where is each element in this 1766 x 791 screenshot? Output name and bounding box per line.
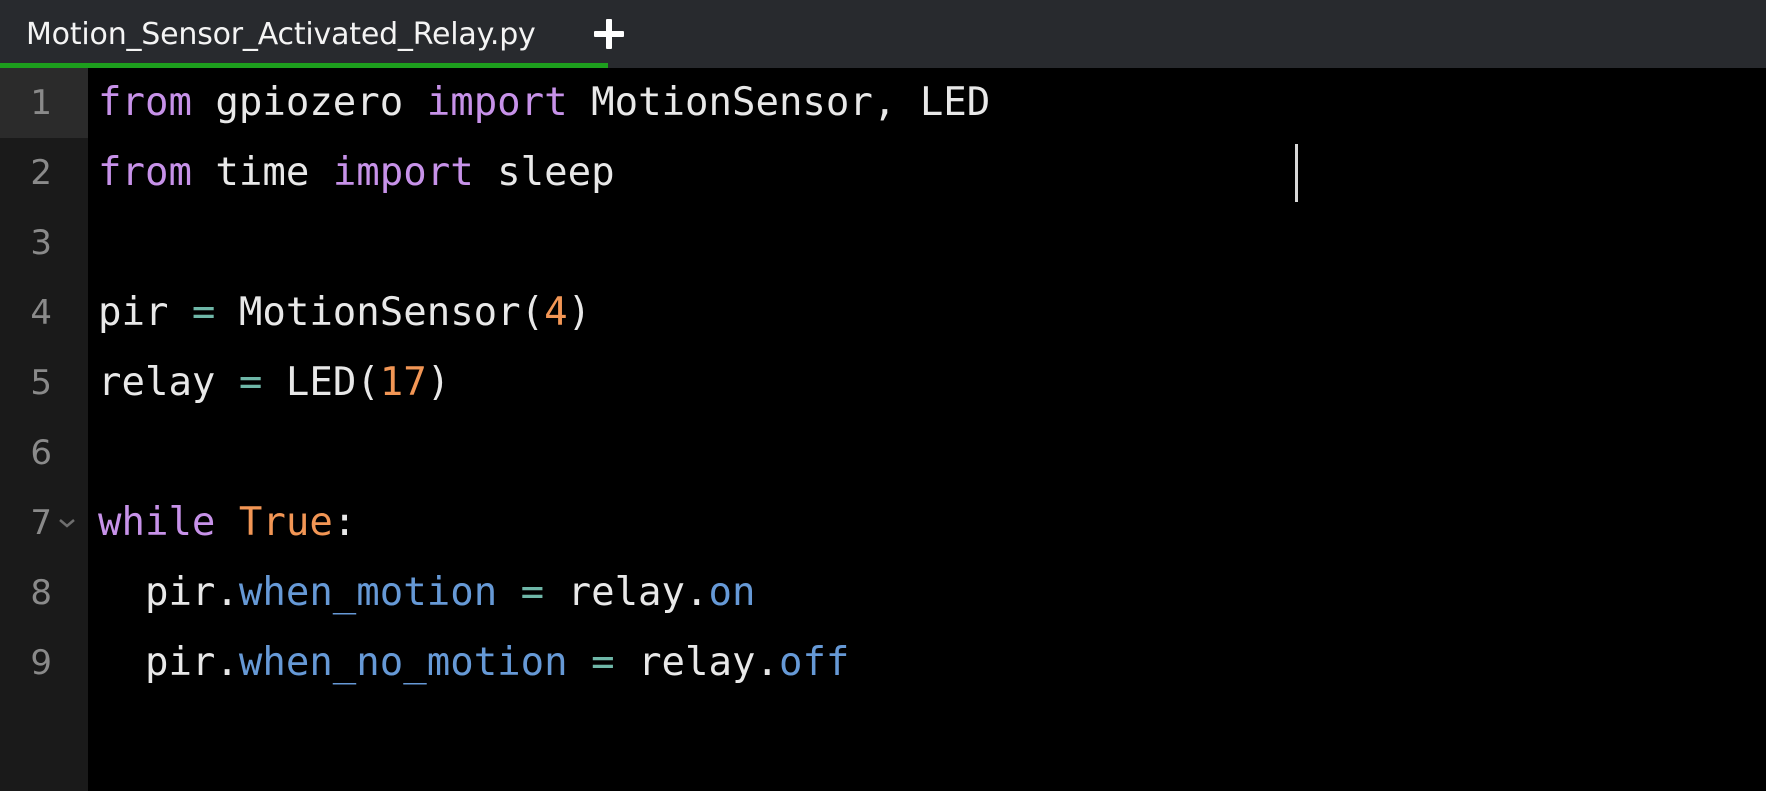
code-token: MotionSensor( bbox=[215, 290, 545, 335]
line-number: 8 bbox=[30, 573, 52, 613]
code-token: : bbox=[332, 500, 357, 545]
code-token: import bbox=[332, 150, 474, 195]
code-token: ) bbox=[426, 360, 451, 405]
code-token: off bbox=[778, 640, 850, 685]
line-number: 4 bbox=[30, 293, 52, 333]
code-token: = bbox=[591, 640, 615, 685]
code-token: sleep bbox=[473, 150, 615, 195]
text-caret bbox=[1295, 144, 1298, 202]
code-token: time bbox=[191, 150, 333, 195]
gutter-line-8[interactable]: 8 bbox=[0, 558, 88, 628]
code-line-4[interactable]: pir = MotionSensor(4) bbox=[88, 278, 1766, 348]
code-token: relay. bbox=[544, 570, 709, 615]
line-number: 1 bbox=[30, 83, 52, 123]
gutter-line-4[interactable]: 4 bbox=[0, 278, 88, 348]
code-line-5[interactable]: relay = LED(17) bbox=[88, 348, 1766, 418]
plus-icon bbox=[593, 19, 624, 49]
code-area[interactable]: from gpiozero import MotionSensor, LED fr… bbox=[88, 68, 1766, 791]
code-token: LED( bbox=[262, 360, 380, 405]
gutter-line-2[interactable]: 2 bbox=[0, 138, 88, 208]
code-token: from bbox=[98, 80, 192, 125]
line-number-gutter[interactable]: 1 2 3 4 5 6 7 8 9 bbox=[0, 68, 88, 791]
code-line-7[interactable]: while True: bbox=[88, 488, 1766, 558]
code-line-8[interactable]: pir. when_motion = relay. on bbox=[88, 558, 1766, 628]
code-token: import bbox=[426, 80, 568, 125]
code-token: relay. bbox=[614, 640, 779, 685]
code-token: 17 bbox=[379, 360, 427, 405]
gutter-line-3[interactable]: 3 bbox=[0, 208, 88, 278]
line-number: 6 bbox=[30, 433, 52, 473]
code-token: True bbox=[238, 500, 333, 545]
code-line-6[interactable] bbox=[88, 418, 1766, 488]
code-token: pir bbox=[98, 290, 192, 335]
code-token: from bbox=[98, 150, 192, 195]
new-tab-button[interactable] bbox=[578, 0, 640, 68]
line-number: 9 bbox=[30, 643, 52, 683]
code-line-9[interactable]: pir. when_no_motion = relay. off bbox=[88, 628, 1766, 698]
tab-bar: Motion_Sensor_Activated_Relay.py bbox=[0, 0, 1766, 68]
code-token: pir. bbox=[98, 570, 239, 615]
gutter-line-5[interactable]: 5 bbox=[0, 348, 88, 418]
code-token: when_motion bbox=[238, 570, 498, 615]
tab-label: Motion_Sensor_Activated_Relay.py bbox=[26, 16, 536, 52]
chevron-down-icon[interactable] bbox=[56, 518, 78, 528]
gutter-line-1[interactable]: 1 bbox=[0, 68, 88, 138]
code-token: = bbox=[238, 360, 263, 405]
gutter-line-9[interactable]: 9 bbox=[0, 628, 88, 698]
code-editor[interactable]: 1 2 3 4 5 6 7 8 9 from gpiozero import MotionSen… bbox=[0, 68, 1766, 791]
code-token: MotionSensor, LED bbox=[567, 80, 991, 125]
line-number: 2 bbox=[30, 153, 52, 193]
editor-tab-active[interactable]: Motion_Sensor_Activated_Relay.py bbox=[0, 0, 564, 68]
line-number: 3 bbox=[30, 223, 52, 263]
code-token: when_no_motion bbox=[238, 640, 568, 685]
gutter-line-6[interactable]: 6 bbox=[0, 418, 88, 488]
code-token: gpiozero bbox=[191, 80, 427, 125]
code-token: relay bbox=[98, 360, 239, 405]
code-token: = bbox=[191, 290, 216, 335]
gutter-line-7[interactable]: 7 bbox=[0, 488, 88, 558]
code-token: ) bbox=[567, 290, 592, 335]
code-token: on bbox=[708, 570, 756, 615]
code-line-3[interactable] bbox=[88, 208, 1766, 278]
code-line-2[interactable]: from time import sleep bbox=[88, 138, 1766, 208]
code-line-1[interactable]: from gpiozero import MotionSensor, LED bbox=[88, 68, 1766, 138]
code-token: 4 bbox=[544, 290, 568, 335]
line-number: 7 bbox=[30, 503, 52, 543]
code-token: while bbox=[98, 500, 239, 545]
code-token: pir. bbox=[98, 640, 239, 685]
code-token: = bbox=[520, 570, 545, 615]
line-number: 5 bbox=[30, 363, 52, 403]
